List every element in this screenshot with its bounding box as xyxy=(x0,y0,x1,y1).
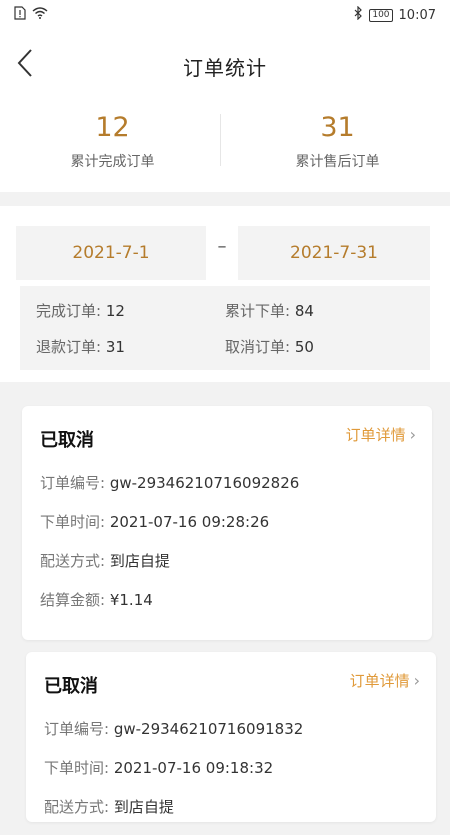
status-left xyxy=(14,6,48,24)
order-time-label: 下单时间: xyxy=(40,513,106,531)
order-status: 已取消 xyxy=(40,430,94,451)
sim-alert-icon xyxy=(14,6,26,24)
cancel-count-label: 取消订单: xyxy=(225,337,291,356)
order-time-label: 下单时间: xyxy=(44,759,110,777)
refund-count: 退款订单: 31 xyxy=(36,336,225,357)
order-detail-link[interactable]: 订单详情 › xyxy=(350,670,420,691)
completed-orders-label: 累计完成订单 xyxy=(70,154,155,170)
order-info: 订单编号: gw-29346210716092826 下单时间: 2021-07… xyxy=(40,472,416,628)
delivery-value: 到店自提 xyxy=(109,552,170,570)
delivery-label: 配送方式: xyxy=(44,798,110,816)
chevron-right-icon: › xyxy=(413,671,420,690)
order-time-value: 2021-07-16 09:28:26 xyxy=(109,513,270,531)
battery-icon: 100 xyxy=(369,8,393,22)
delivery-value: 到店自提 xyxy=(113,798,174,816)
total-count-value: 84 xyxy=(294,301,314,320)
refund-count-value: 31 xyxy=(105,337,125,356)
completed-stat: 12 累计完成订单 xyxy=(0,100,225,171)
order-number-value: gw-29346210716091832 xyxy=(113,720,304,738)
bluetooth-icon xyxy=(353,5,363,24)
cancel-count-value: 50 xyxy=(294,337,314,356)
wifi-icon xyxy=(32,7,48,23)
order-number-label: 订单编号: xyxy=(44,720,110,738)
total-count-label: 累计下单: xyxy=(225,301,291,320)
delivery-label: 配送方式: xyxy=(40,552,106,570)
order-time-value: 2021-07-16 09:18:32 xyxy=(113,759,274,777)
status-time: 10:07 xyxy=(398,7,436,23)
divider xyxy=(220,114,221,166)
end-date-picker[interactable]: 2021-7-31 xyxy=(238,226,430,280)
order-number-row: 订单编号: gw-29346210716092826 xyxy=(40,472,416,493)
page-title: 订单统计 xyxy=(183,56,267,80)
order-time-row: 下单时间: 2021-07-16 09:28:26 xyxy=(40,511,416,532)
order-info: 订单编号: gw-29346210716091832 下单时间: 2021-07… xyxy=(44,718,420,835)
amount-value: ¥1.14 xyxy=(109,591,153,609)
order-card[interactable]: 已取消 订单详情 › 订单编号: gw-29346210716091832 下单… xyxy=(26,652,436,822)
status-bar: 100 10:07 xyxy=(0,0,450,30)
aftersale-stat: 31 累计售后订单 xyxy=(225,100,450,171)
order-detail-label: 订单详情 xyxy=(345,426,406,444)
order-number-value: gw-29346210716092826 xyxy=(109,474,300,492)
completed-count-value: 12 xyxy=(105,301,125,320)
order-card[interactable]: 已取消 订单详情 › 订单编号: gw-29346210716092826 下单… xyxy=(22,406,432,640)
aftersale-orders-label: 累计售后订单 xyxy=(295,154,380,170)
order-time-row: 下单时间: 2021-07-16 09:18:32 xyxy=(44,757,420,778)
order-detail-link[interactable]: 订单详情 › xyxy=(346,424,416,445)
order-number-row: 订单编号: gw-29346210716091832 xyxy=(44,718,420,739)
cancel-count: 取消订单: 50 xyxy=(225,336,414,357)
order-counts: 完成订单: 12 累计下单: 84 退款订单: 31 取消订单: 50 xyxy=(20,286,430,370)
amount-label: 结算金额: xyxy=(40,591,106,609)
delivery-row: 配送方式: 到店自提 xyxy=(40,550,416,571)
amount-row: 结算金额: ¥1.14 xyxy=(40,589,416,610)
chevron-right-icon: › xyxy=(409,425,416,444)
order-status: 已取消 xyxy=(44,676,98,697)
delivery-row: 配送方式: 到店自提 xyxy=(44,796,420,817)
refund-count-label: 退款订单: xyxy=(36,337,102,356)
order-detail-label: 订单详情 xyxy=(349,672,410,690)
order-number-label: 订单编号: xyxy=(40,474,106,492)
start-date-picker[interactable]: 2021-7-1 xyxy=(16,226,206,280)
date-separator: – xyxy=(217,236,227,257)
header: 订单统计 xyxy=(0,30,450,100)
status-right: 100 10:07 xyxy=(353,5,436,24)
completed-orders-value: 12 xyxy=(95,112,130,143)
total-count: 累计下单: 84 xyxy=(225,300,414,321)
date-filter-panel: 2021-7-1 – 2021-7-31 完成订单: 12 累计下单: 84 退… xyxy=(0,206,450,382)
completed-count: 完成订单: 12 xyxy=(36,300,225,321)
summary-panel: 12 累计完成订单 31 累计售后订单 xyxy=(0,100,450,192)
aftersale-orders-value: 31 xyxy=(320,112,355,143)
completed-count-label: 完成订单: xyxy=(36,301,102,320)
